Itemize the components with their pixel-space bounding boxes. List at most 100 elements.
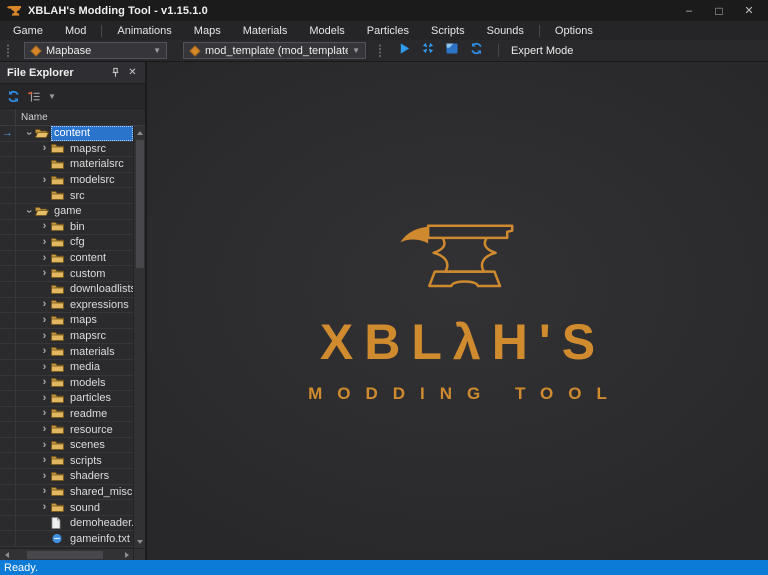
chevron-right-icon[interactable]: › bbox=[38, 143, 51, 154]
tree-item-label-area[interactable]: resource bbox=[67, 422, 133, 437]
refresh-tree-button[interactable] bbox=[3, 86, 24, 106]
expert-mode-toggle[interactable]: Expert Mode bbox=[511, 45, 573, 57]
tree-item-label-area[interactable]: modelsrc bbox=[67, 173, 133, 188]
tree-item-content[interactable]: → › content bbox=[0, 126, 133, 142]
tree-item-shaders[interactable]: › shaders bbox=[0, 469, 133, 485]
menu-sounds[interactable]: Sounds bbox=[476, 21, 535, 40]
chevron-right-icon[interactable]: › bbox=[38, 408, 51, 419]
tree-item-label-area[interactable]: readme bbox=[67, 407, 133, 422]
mod-dropdown[interactable]: mod_template (mod_template) ▼ bbox=[183, 42, 366, 59]
scrollbar-thumb[interactable] bbox=[27, 551, 103, 559]
tree-item-media[interactable]: › media bbox=[0, 359, 133, 376]
tree-item-label-area[interactable]: maps bbox=[67, 313, 133, 328]
tree-item-maps[interactable]: › maps bbox=[0, 313, 133, 329]
tree-item-scenes[interactable]: › scenes bbox=[0, 437, 133, 454]
tree-item-label-area[interactable]: content bbox=[67, 251, 133, 266]
menu-animations[interactable]: Animations bbox=[106, 21, 182, 40]
package-button[interactable] bbox=[440, 41, 464, 60]
tree-item-expressions[interactable]: › expressions bbox=[0, 297, 133, 314]
tree-item-downloadlists[interactable]: downloadlists bbox=[0, 281, 133, 298]
tree-item-demoheader.tmp[interactable]: demoheader.tmp bbox=[0, 515, 133, 532]
tree-item-label-area[interactable]: scripts bbox=[67, 453, 133, 468]
toolbar-grip[interactable] bbox=[6, 43, 10, 58]
toolbar-grip[interactable] bbox=[378, 43, 382, 58]
refresh-mod-button[interactable] bbox=[464, 41, 488, 60]
chevron-right-icon[interactable]: › bbox=[38, 221, 51, 232]
chevron-right-icon[interactable]: › bbox=[38, 392, 51, 404]
menu-game[interactable]: Game bbox=[2, 21, 54, 40]
minimize-button[interactable]: – bbox=[674, 1, 704, 20]
chevron-right-icon[interactable]: › bbox=[38, 314, 51, 326]
tree-item-label-area[interactable]: demoheader.tmp bbox=[67, 516, 133, 531]
chevron-right-icon[interactable]: › bbox=[38, 299, 51, 310]
chevron-right-icon[interactable]: › bbox=[38, 346, 51, 357]
tree-item-src[interactable]: src bbox=[0, 188, 133, 204]
tree-item-label-area[interactable]: custom bbox=[67, 266, 133, 281]
tree-item-readme[interactable]: › readme bbox=[0, 406, 133, 423]
tree-item-label-area[interactable]: content bbox=[51, 126, 133, 141]
menu-scripts[interactable]: Scripts bbox=[420, 21, 476, 40]
scrollbar-track[interactable] bbox=[134, 139, 145, 535]
tree-item-label-area[interactable]: media bbox=[67, 360, 133, 375]
tree-item-materialsrc[interactable]: materialsrc bbox=[0, 157, 133, 173]
tree-item-shared_misc[interactable]: › shared_misc bbox=[0, 484, 133, 501]
tree-item-mapsrc[interactable]: › mapsrc bbox=[0, 141, 133, 158]
close-button[interactable]: ✕ bbox=[734, 1, 764, 20]
name-column-header[interactable]: Name bbox=[16, 109, 145, 125]
tree-item-resource[interactable]: › resource bbox=[0, 422, 133, 438]
tree-item-sound[interactable]: › sound bbox=[0, 500, 133, 516]
tree-item-models[interactable]: › models bbox=[0, 375, 133, 392]
menu-materials[interactable]: Materials bbox=[232, 21, 299, 40]
tree-item-modelsrc[interactable]: › modelsrc bbox=[0, 172, 133, 189]
maximize-button[interactable]: □ bbox=[704, 1, 734, 20]
tree-item-label-area[interactable]: expressions bbox=[67, 298, 133, 313]
tree-item-game[interactable]: › game bbox=[0, 203, 133, 220]
tree-item-label-area[interactable]: materialsrc bbox=[67, 157, 133, 172]
tree-item-cfg[interactable]: › cfg bbox=[0, 235, 133, 251]
chevron-right-icon[interactable]: › bbox=[38, 330, 51, 342]
tree-item-label-area[interactable]: downloadlists bbox=[67, 282, 133, 297]
tree-item-label-area[interactable]: shaders bbox=[67, 469, 133, 484]
chevron-right-icon[interactable]: › bbox=[38, 361, 51, 373]
scrollbar-thumb[interactable] bbox=[136, 140, 144, 268]
menu-mod[interactable]: Mod bbox=[54, 21, 97, 40]
chevron-right-icon[interactable]: › bbox=[38, 502, 51, 513]
tree-item-label-area[interactable]: mapsrc bbox=[67, 329, 133, 344]
tree-item-label-area[interactable]: bin bbox=[67, 220, 133, 235]
compile-button[interactable] bbox=[416, 41, 440, 60]
tree-item-bin[interactable]: › bin bbox=[0, 219, 133, 236]
tree-item-label-area[interactable]: game bbox=[51, 204, 133, 219]
close-icon[interactable]: ✕ bbox=[124, 64, 141, 81]
tree-item-label-area[interactable]: particles bbox=[67, 391, 133, 406]
tree-item-label-area[interactable]: cfg bbox=[67, 235, 133, 250]
tree-item-label-area[interactable]: materials bbox=[67, 344, 133, 359]
game-dropdown[interactable]: Mapbase ▼ bbox=[24, 42, 167, 59]
scroll-down-button[interactable] bbox=[134, 535, 145, 548]
tree-item-label-area[interactable]: sound bbox=[67, 500, 133, 515]
tree-item-materials[interactable]: › materials bbox=[0, 344, 133, 360]
chevron-down-icon[interactable]: › bbox=[23, 205, 35, 218]
tree-item-gameinfo.txt[interactable]: gameinfo.txt bbox=[0, 531, 133, 548]
chevron-right-icon[interactable]: › bbox=[38, 236, 51, 248]
chevron-right-icon[interactable]: › bbox=[38, 377, 51, 388]
horizontal-scrollbar[interactable] bbox=[0, 548, 145, 560]
chevron-right-icon[interactable]: › bbox=[38, 455, 51, 466]
pin-icon[interactable] bbox=[107, 64, 124, 81]
scroll-up-button[interactable] bbox=[134, 126, 145, 139]
menu-options[interactable]: Options bbox=[544, 21, 604, 40]
tree-item-mapsrc[interactable]: › mapsrc bbox=[0, 328, 133, 345]
chevron-down-icon[interactable]: ▼ bbox=[48, 92, 56, 101]
tree-item-label-area[interactable]: models bbox=[67, 376, 133, 391]
scroll-left-button[interactable] bbox=[0, 551, 13, 558]
chevron-right-icon[interactable]: › bbox=[38, 424, 51, 435]
vertical-scrollbar[interactable] bbox=[133, 126, 145, 548]
tree-item-label-area[interactable]: shared_misc bbox=[67, 485, 133, 500]
tree-item-label-area[interactable]: src bbox=[67, 188, 133, 203]
collapse-all-button[interactable] bbox=[24, 86, 45, 106]
tree-item-label-area[interactable]: mapsrc bbox=[67, 142, 133, 157]
tree-item-scripts[interactable]: › scripts bbox=[0, 453, 133, 470]
tree-item-label-area[interactable]: gameinfo.txt bbox=[67, 531, 133, 546]
chevron-right-icon[interactable]: › bbox=[38, 174, 51, 186]
menu-models[interactable]: Models bbox=[298, 21, 355, 40]
scrollbar-track[interactable] bbox=[13, 549, 120, 560]
